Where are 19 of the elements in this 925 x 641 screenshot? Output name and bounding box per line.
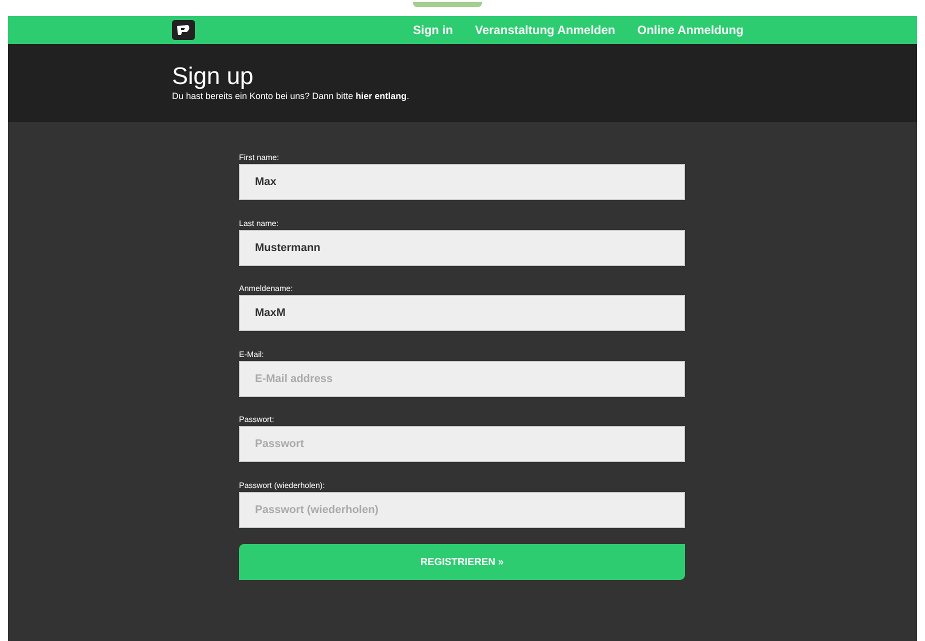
input-field[interactable]: Max	[239, 164, 685, 200]
field-label: Passwort (wiederholen):	[239, 480, 326, 490]
field-label: E-Mail:	[239, 350, 265, 360]
input-field[interactable]: MaxM	[239, 295, 685, 331]
field-label: Last name:	[239, 218, 280, 228]
field-label: Anmeldename:	[239, 284, 294, 294]
logo-icon[interactable]	[172, 20, 195, 40]
field-label: Passwort:	[239, 415, 276, 425]
register-button[interactable]: REGISTRIEREN »	[239, 544, 685, 580]
input-field[interactable]: Passwort	[239, 426, 685, 462]
subtitle: Du hast bereits ein Konto bei uns? Dann bitte hier entlang.	[172, 90, 410, 102]
nav-link[interactable]: Online Anmeldung	[637, 23, 744, 37]
page-title: Sign up	[172, 64, 254, 90]
nav-link[interactable]: Veranstaltung Anmelden	[475, 23, 616, 37]
field-label: First name:	[239, 153, 280, 163]
input-field[interactable]: Mustermann	[239, 230, 685, 266]
input-field[interactable]: E-Mail address	[239, 360, 685, 396]
nav-link[interactable]: Sign in	[413, 23, 453, 37]
input-field[interactable]: Passwort (wiederholen)	[239, 492, 685, 528]
